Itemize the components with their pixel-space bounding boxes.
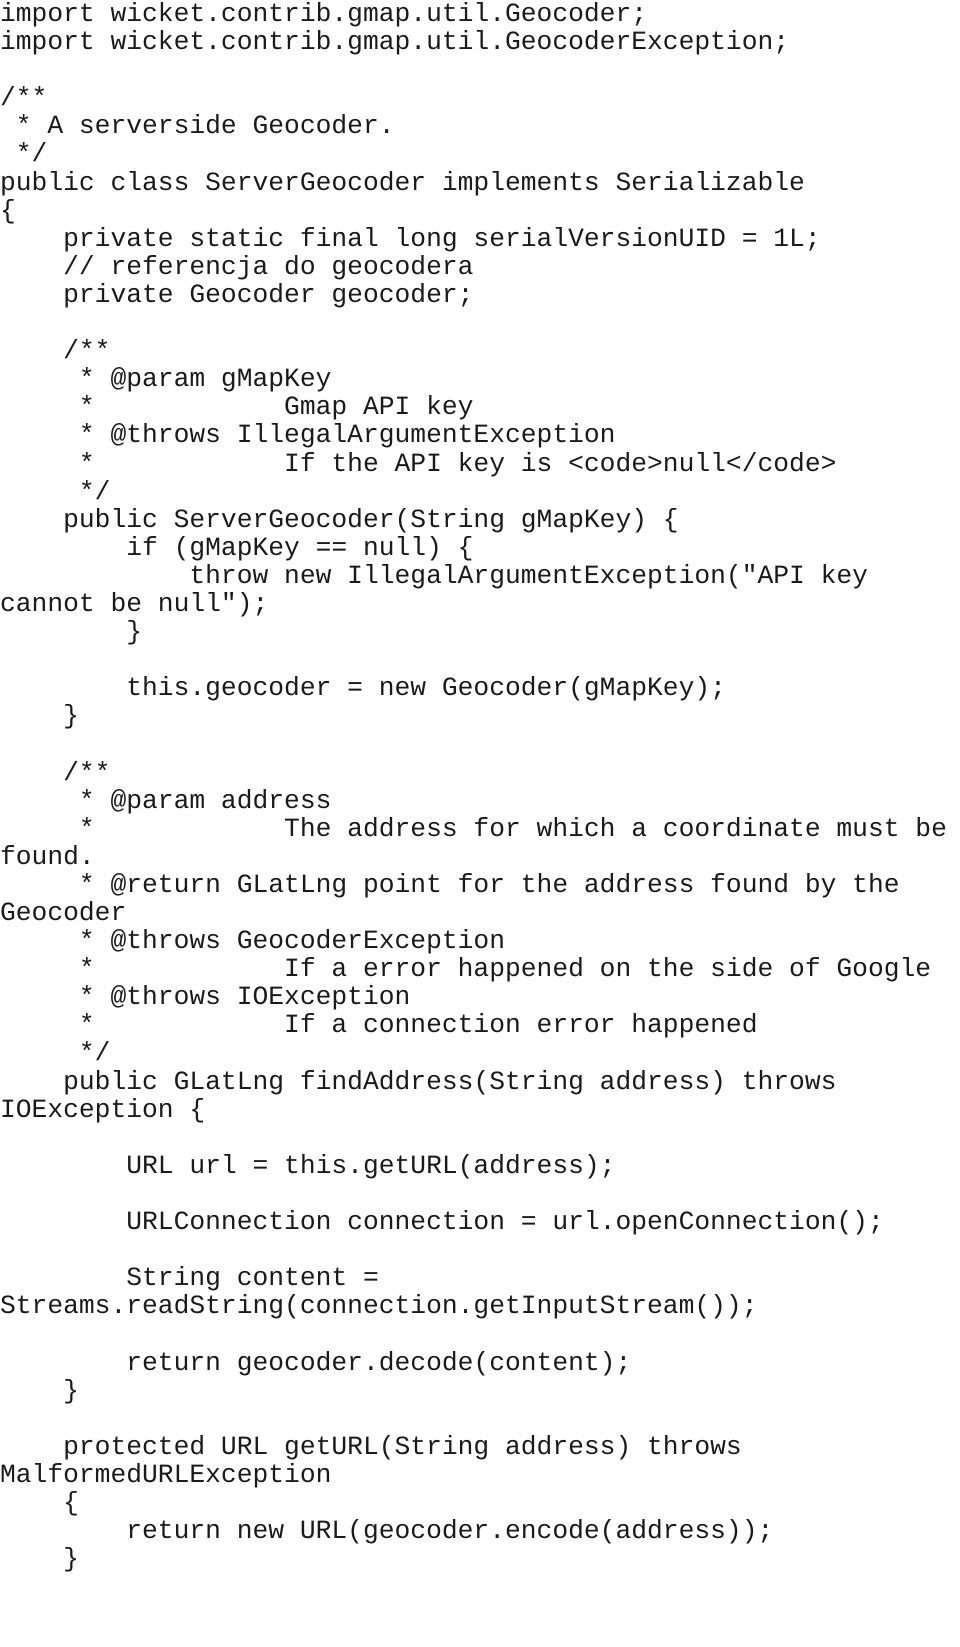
code-line: /** bbox=[0, 757, 111, 788]
code-line: */ bbox=[0, 139, 48, 170]
code-line: public class ServerGeocoder implements S… bbox=[0, 167, 805, 198]
code-line: import wicket.contrib.gmap.util.Geocoder… bbox=[0, 0, 648, 29]
code-line: * If the API key is <code>null</code> bbox=[0, 448, 837, 479]
code-line: * @return GLatLng point for the address … bbox=[0, 869, 916, 928]
code-line: private static final long serialVersionU… bbox=[0, 223, 821, 254]
code-line: /** bbox=[0, 336, 111, 367]
code-line: // referencja do geocodera bbox=[0, 251, 474, 282]
code-line: if (gMapKey == null) { bbox=[0, 532, 474, 563]
code-line: * @param address bbox=[0, 785, 332, 816]
code-line: /** bbox=[0, 83, 48, 114]
code-line: { bbox=[0, 195, 16, 226]
code-line: private Geocoder geocoder; bbox=[0, 279, 474, 310]
code-line: { bbox=[0, 1487, 79, 1518]
code-line: String content = Streams.readString(conn… bbox=[0, 1263, 758, 1322]
code-line: return geocoder.decode(content); bbox=[0, 1347, 632, 1378]
code-listing: import wicket.contrib.gmap.util.Geocoder… bbox=[0, 0, 960, 1573]
code-line: * @throws GeocoderException bbox=[0, 926, 505, 957]
code-line: this.geocoder = new Geocoder(gMapKey); bbox=[0, 673, 726, 704]
code-line: protected URL getURL(String address) thr… bbox=[0, 1431, 758, 1490]
code-line: */ bbox=[0, 476, 111, 507]
code-line: */ bbox=[0, 1038, 111, 1069]
code-line: URL url = this.getURL(address); bbox=[0, 1150, 616, 1181]
code-line: public ServerGeocoder(String gMapKey) { bbox=[0, 504, 679, 535]
code-line: * If a connection error happened bbox=[0, 1010, 758, 1041]
code-line: URLConnection connection = url.openConne… bbox=[0, 1207, 884, 1238]
code-document-page: import wicket.contrib.gmap.util.Geocoder… bbox=[0, 0, 960, 1647]
code-line: throw new IllegalArgumentException("API … bbox=[0, 560, 884, 619]
code-line: } bbox=[0, 617, 143, 648]
code-line: * @throws IOException bbox=[0, 982, 411, 1013]
code-line: * Gmap API key bbox=[0, 392, 474, 423]
code-line: import wicket.contrib.gmap.util.Geocoder… bbox=[0, 27, 790, 58]
code-line: } bbox=[0, 1375, 79, 1406]
code-line: } bbox=[0, 701, 79, 732]
code-line: * A serverside Geocoder. bbox=[0, 111, 395, 142]
code-line: public GLatLng findAddress(String addres… bbox=[0, 1066, 853, 1125]
code-line: * If a error happened on the side of Goo… bbox=[0, 954, 932, 985]
code-line: return new URL(geocoder.encode(address))… bbox=[0, 1516, 774, 1547]
code-line: * @param gMapKey bbox=[0, 364, 332, 395]
code-line: * The address for which a coordinate mus… bbox=[0, 813, 947, 872]
code-line: } bbox=[0, 1544, 79, 1575]
code-line: * @throws IllegalArgumentException bbox=[0, 420, 616, 451]
